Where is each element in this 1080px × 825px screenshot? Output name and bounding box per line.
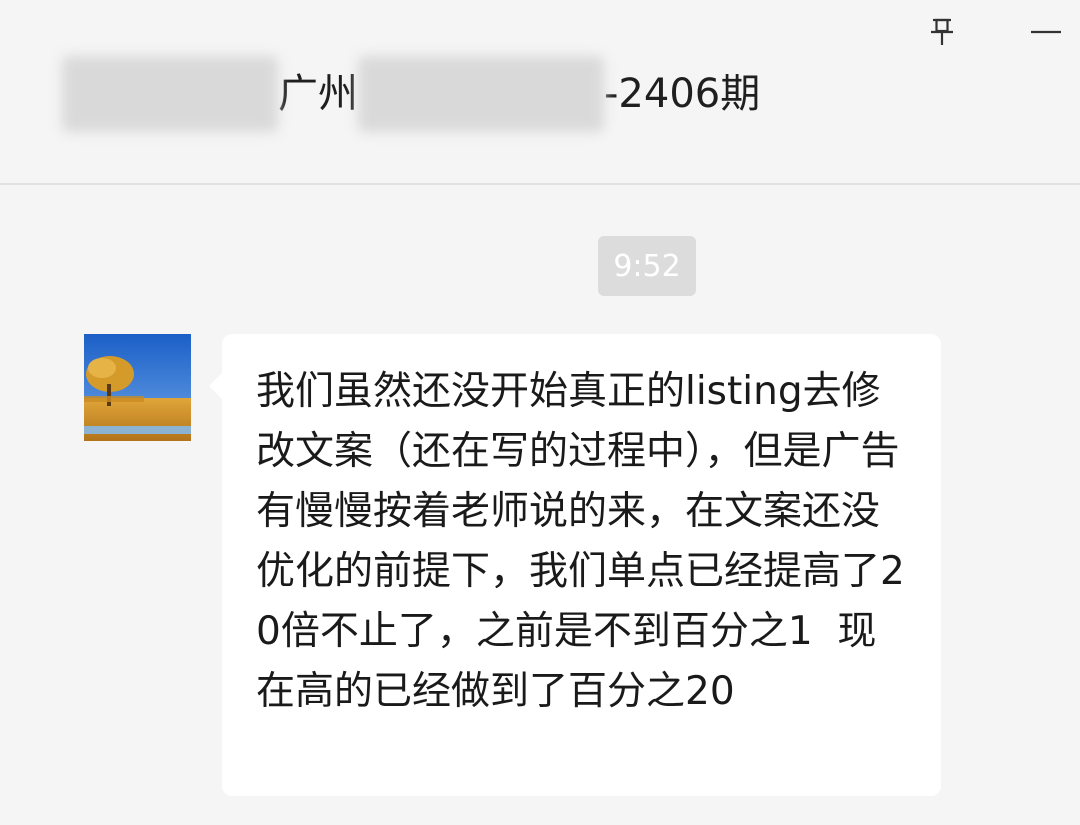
message-text: 我们虽然还没开始真正的listing去修改文案（还在写的过程中），但是广告有慢慢… [256,369,905,714]
pin-button[interactable] [922,12,962,52]
redacted-title-segment [62,56,278,132]
minimize-button[interactable] [1024,12,1068,52]
chat-header: 广州 -2406期 [0,0,1080,185]
chat-title-part1: 广州 [278,71,358,117]
avatar[interactable] [84,334,191,441]
redacted-title-segment [358,56,604,132]
pin-icon [931,18,953,45]
chat-title-part2: -2406期 [604,71,761,117]
message-timestamp: 9:52 [598,236,696,296]
bubble-tail [209,372,223,400]
minimize-icon [1031,30,1061,34]
message-bubble[interactable]: 我们虽然还没开始真正的listing去修改文案（还在写的过程中），但是广告有慢慢… [209,334,941,796]
chat-title: 广州 -2406期 [62,56,760,132]
avatar-landscape-image [84,334,191,441]
